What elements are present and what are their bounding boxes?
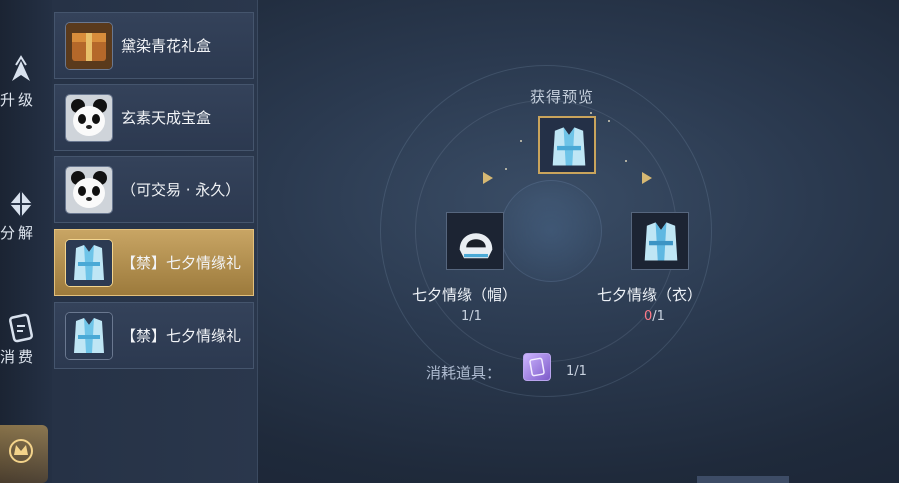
bottom-action-bar[interactable] (697, 476, 789, 483)
nav-consume[interactable]: 消费 (0, 312, 48, 392)
decor-ring-core (500, 180, 602, 282)
cost-label: 消耗道具： (426, 364, 502, 382)
nav-emblem[interactable] (0, 425, 48, 483)
robe-count: 0/1 (644, 309, 665, 324)
preview-result-slot[interactable] (538, 116, 596, 174)
list-item-label: 黛染青花礼盒 (121, 37, 212, 55)
hood-icon (459, 233, 493, 259)
arrow-right-icon (642, 172, 652, 184)
list-item-selected[interactable]: 【禁】七夕情缘礼 (54, 229, 254, 296)
item-list: 黛染青花礼盒 玄素天成宝盒 （可交易 · 永久） 【禁】七夕情缘礼 【禁】七夕情… (52, 0, 258, 483)
list-item-label: 【禁】七夕情缘礼 (121, 254, 242, 272)
list-item[interactable]: 黛染青花礼盒 (54, 12, 254, 79)
arrow-left-icon (483, 172, 493, 184)
cost-count: 1/1 (566, 364, 587, 379)
nav-upgrade[interactable]: 升级 (0, 55, 48, 135)
list-item-label: 玄素天成宝盒 (121, 109, 212, 127)
panda-icon (65, 166, 113, 214)
hood-name: 七夕情缘（帽） (412, 286, 518, 304)
outfit-icon (65, 312, 113, 360)
decompose-icon (10, 191, 32, 217)
list-item-label: 【禁】七夕情缘礼 (121, 327, 242, 345)
robe-name: 七夕情缘（衣） (597, 286, 703, 304)
preview-title: 获得预览 (530, 88, 595, 106)
preview-hood-slot[interactable] (446, 212, 504, 270)
side-nav: 升级 分解 消费 (0, 0, 52, 483)
hood-count: 1/1 (461, 309, 482, 324)
panda-icon (65, 94, 113, 142)
list-item[interactable]: 【禁】七夕情缘礼 (54, 302, 254, 369)
robe-count-need: /1 (652, 309, 665, 324)
list-item[interactable]: （可交易 · 永久） (54, 156, 254, 223)
outfit-icon (65, 239, 113, 287)
gift-chest-icon (65, 22, 113, 70)
list-item[interactable]: 玄素天成宝盒 (54, 84, 254, 151)
nav-decompose[interactable]: 分解 (0, 188, 48, 268)
list-item-label: （可交易 · 永久） (121, 181, 241, 199)
nav-consume-label: 消费 (0, 348, 37, 366)
crown-emblem-icon (9, 439, 33, 463)
purple-scroll-icon[interactable] (523, 353, 551, 381)
upgrade-icon (12, 55, 30, 81)
outfit-icon (552, 127, 586, 166)
consume-icon (9, 313, 33, 343)
robe-icon (644, 222, 678, 261)
nav-upgrade-label: 升级 (0, 91, 37, 109)
nav-decompose-label: 分解 (0, 224, 37, 242)
preview-robe-slot[interactable] (631, 212, 689, 270)
